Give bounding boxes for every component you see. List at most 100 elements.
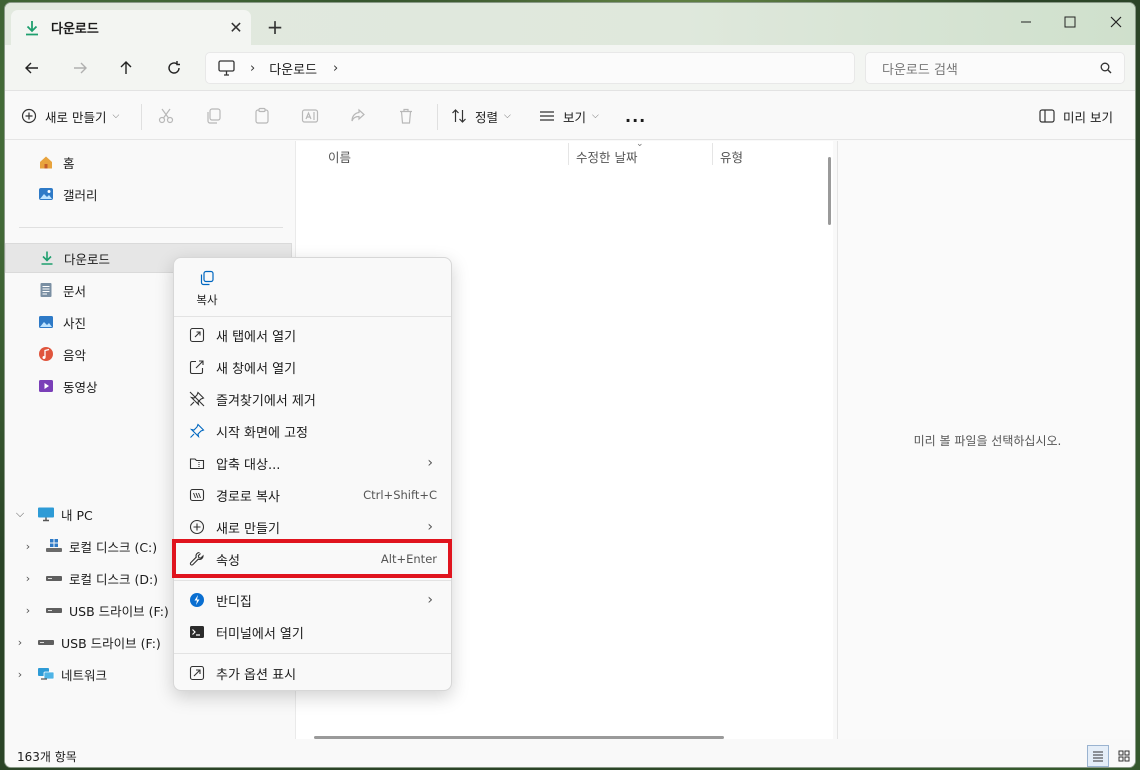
up-button[interactable]	[111, 54, 141, 82]
forward-button[interactable]	[65, 54, 95, 82]
video-icon	[37, 377, 55, 395]
chevron-down-icon[interactable]: ⌵	[13, 507, 27, 521]
chevron-right-icon: ›	[427, 592, 433, 608]
menu-divider	[174, 316, 451, 317]
menu-item-label: 새로 만들기	[216, 521, 280, 537]
windows-drive-icon	[45, 537, 63, 555]
status-bar: 163개 항목	[5, 743, 1135, 767]
rename-button[interactable]	[301, 102, 319, 130]
sidebar-item-home[interactable]: 홈	[5, 147, 292, 177]
chevron-right-icon[interactable]: ›	[333, 61, 338, 76]
tab-downloads[interactable]: 다운로드 ✕	[11, 10, 251, 45]
menu-item-pin-start[interactable]: 시작 화면에 고정	[178, 416, 447, 446]
menu-item-bandizip[interactable]: 반디집 ›	[178, 585, 447, 615]
chevron-right-icon[interactable]: ›	[21, 572, 35, 585]
chevron-down-icon: ⌵	[112, 111, 120, 121]
share-button[interactable]	[349, 102, 367, 130]
menu-item-shortcut: Ctrl+Shift+C	[363, 488, 437, 502]
menu-item-unpin-quick-access[interactable]: 즐겨찾기에서 제거	[178, 384, 447, 414]
sidebar-item-gallery[interactable]: 갤러리	[5, 179, 292, 209]
close-icon[interactable]: ✕	[221, 18, 251, 37]
usb-drive-icon	[37, 633, 55, 651]
search-box[interactable]: 다운로드 검색	[865, 52, 1125, 84]
copy-button[interactable]	[205, 102, 223, 130]
menu-item-compress[interactable]: 압축 대상... ›	[178, 448, 447, 478]
gallery-icon	[37, 185, 55, 203]
menu-item-show-more-options[interactable]: 추가 옵션 표시	[178, 658, 447, 688]
menu-item-open-terminal[interactable]: 터미널에서 열기	[178, 617, 447, 647]
column-header-date[interactable]: 수정한 날짜	[576, 145, 637, 167]
scissors-icon	[158, 108, 174, 124]
sidebar-item-label: USB 드라이브 (F:)	[61, 635, 161, 651]
download-icon	[26, 20, 38, 35]
refresh-button[interactable]	[159, 54, 189, 82]
copy-label: 복사	[196, 293, 218, 307]
search-input[interactable]: 다운로드 검색	[882, 59, 1100, 78]
preview-pane-button[interactable]: 미리 보기	[1039, 102, 1113, 130]
chevron-right-icon: ›	[427, 519, 433, 535]
column-divider[interactable]	[568, 143, 569, 165]
copy-action[interactable]: 복사	[186, 266, 228, 314]
search-icon	[1100, 62, 1112, 74]
back-button[interactable]	[17, 54, 47, 82]
chevron-right-icon[interactable]: ›	[21, 604, 35, 617]
view-label: 보기	[563, 109, 587, 125]
menu-item-new[interactable]: 새로 만들기 ›	[178, 512, 447, 542]
column-header-type[interactable]: 유형	[720, 145, 743, 167]
view-button[interactable]: 보기 ⌵	[539, 102, 599, 130]
cut-button[interactable]	[157, 102, 175, 130]
column-divider[interactable]	[712, 143, 713, 165]
tiles-view-button[interactable]	[1113, 745, 1135, 767]
preview-pane-icon	[1039, 109, 1055, 123]
maximize-button[interactable]	[1047, 7, 1093, 37]
sort-indicator-icon: ⌄	[636, 139, 644, 149]
horizontal-scrollbar[interactable]	[314, 736, 724, 739]
address-bar[interactable]: › 다운로드 ›	[205, 52, 855, 84]
menu-item-label: 새 탭에서 열기	[216, 329, 297, 345]
vertical-scrollbar[interactable]	[828, 157, 831, 225]
sort-icon	[452, 109, 466, 123]
chevron-right-icon[interactable]: ›	[21, 540, 35, 553]
title-bar: 다운로드 ✕ +	[5, 3, 1135, 45]
pictures-icon	[37, 313, 55, 331]
menu-item-label: 새 창에서 열기	[216, 361, 297, 377]
delete-button[interactable]	[397, 102, 415, 130]
sidebar-item-label: 네트워크	[61, 667, 108, 683]
column-header-name[interactable]: 이름	[328, 145, 351, 167]
home-icon	[37, 153, 55, 171]
divider	[437, 104, 438, 130]
network-icon	[37, 665, 55, 683]
menu-item-open-new-tab[interactable]: 새 탭에서 열기	[178, 320, 447, 350]
copy-icon	[200, 270, 214, 286]
view-list-icon	[540, 111, 554, 121]
menu-divider	[174, 653, 451, 654]
sidebar-item-label: 사진	[63, 315, 87, 331]
more-options-button[interactable]: ...	[625, 102, 646, 130]
rename-icon	[301, 109, 319, 123]
sidebar-item-label: 내 PC	[61, 507, 93, 523]
sidebar-item-label: 로컬 디스크 (C:)	[69, 539, 158, 555]
menu-item-label: 압축 대상...	[216, 457, 281, 473]
divider	[141, 104, 142, 130]
maximize-icon	[1064, 16, 1076, 28]
menu-item-copy-path[interactable]: 경로로 복사 Ctrl+Shift+C	[178, 480, 447, 510]
preview-pane: 미리 볼 파일을 선택하십시오.	[837, 141, 1135, 739]
monitor-icon	[218, 60, 235, 76]
sort-button[interactable]: 정렬 ⌵	[451, 102, 511, 130]
close-window-button[interactable]	[1093, 7, 1135, 37]
document-icon	[37, 281, 55, 299]
unpin-icon	[188, 390, 206, 408]
terminal-icon	[188, 623, 206, 641]
chevron-right-icon[interactable]: ›	[250, 61, 255, 76]
details-view-button[interactable]	[1087, 745, 1109, 767]
chevron-right-icon[interactable]: ›	[13, 636, 27, 649]
menu-item-open-new-window[interactable]: 새 창에서 열기	[178, 352, 447, 382]
chevron-right-icon[interactable]: ›	[13, 668, 27, 681]
breadcrumb-downloads[interactable]: 다운로드	[269, 59, 317, 78]
minimize-button[interactable]	[1003, 7, 1049, 37]
new-button[interactable]: 새로 만들기 ⌵	[21, 102, 119, 130]
new-tab-button[interactable]: +	[263, 15, 287, 39]
sidebar-item-label: 로컬 디스크 (D:)	[69, 571, 159, 587]
new-button-label: 새로 만들기	[45, 109, 107, 125]
paste-button[interactable]	[253, 102, 271, 130]
